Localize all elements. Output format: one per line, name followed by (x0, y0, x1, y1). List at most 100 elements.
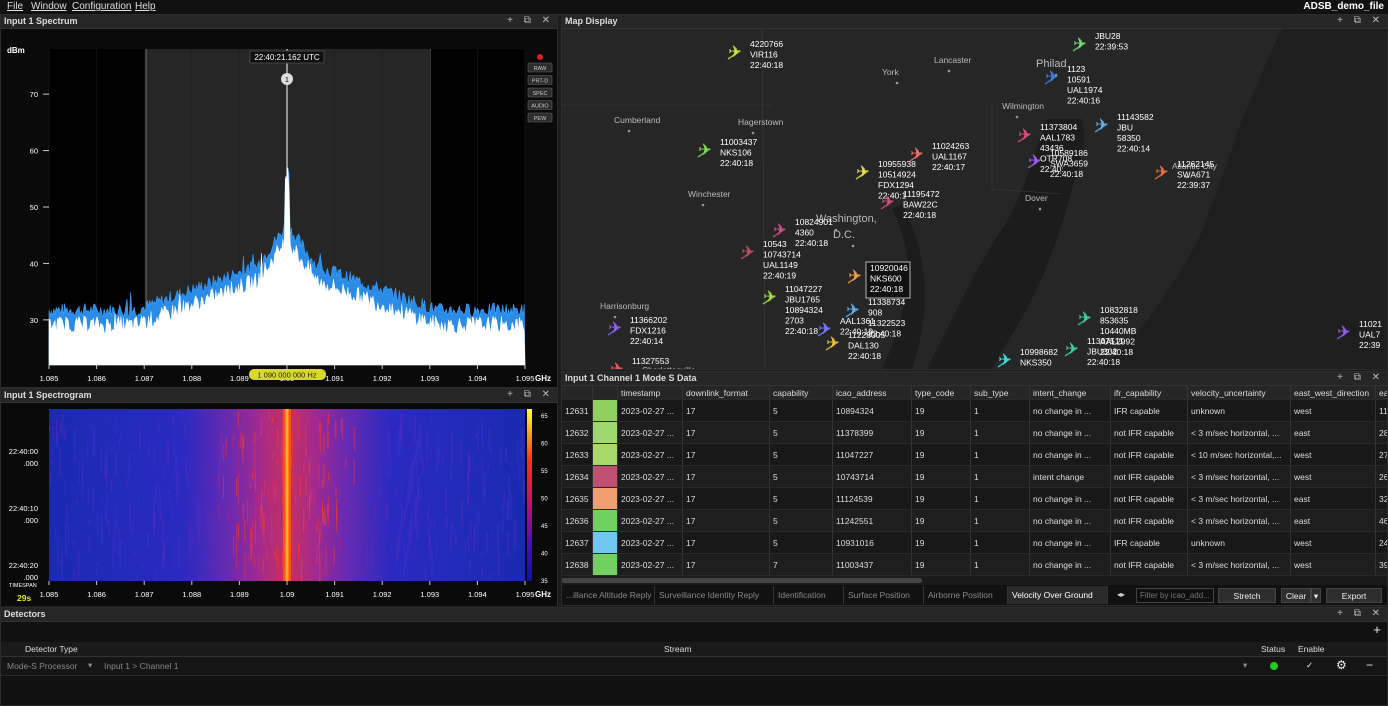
column-header[interactable]: timestamp (617, 386, 683, 400)
column-header[interactable] (592, 386, 618, 400)
panel-controls[interactable]: + ⧉ ✕ (507, 389, 554, 400)
map-canvas[interactable]: YorkLancaster PhiladCumberland HagerstownW… (562, 29, 1387, 369)
table-row[interactable]: 12634 2023-02-27 ... 17 5 10743714 19 1 intent … (562, 465, 1387, 488)
column-header[interactable]: ifr_capability (1110, 386, 1188, 400)
airplane-icon[interactable]: ✈ (610, 359, 623, 369)
aircraft-label: JBU302 (1087, 347, 1118, 357)
tab-identification[interactable]: Identification (774, 586, 844, 604)
remove-detector-icon[interactable]: − (1366, 658, 1373, 672)
column-header[interactable]: type_code (911, 386, 971, 400)
column-header[interactable] (562, 386, 593, 400)
tab-nav-arrows[interactable]: ◂▸ (1117, 588, 1133, 602)
table-cell: 17 (682, 531, 770, 554)
table-row[interactable]: 12636 2023-02-27 ... 17 5 11242551 19 1 no chan… (562, 509, 1387, 532)
aircraft-marker[interactable]: ✈ JBU2822:39:53 (1072, 31, 1128, 53)
airplane-icon[interactable]: ✈ (728, 42, 741, 61)
stream-dropdown-icon[interactable]: ▾ (1243, 660, 1247, 671)
column-header[interactable]: east_west_direction (1290, 386, 1376, 400)
aircraft-label: 11024263 (932, 141, 969, 151)
airplane-icon[interactable]: ✈ (998, 350, 1011, 369)
airplane-icon[interactable]: ✈ (608, 318, 621, 337)
detector-type-select[interactable]: Mode-S Processor (7, 661, 77, 671)
column-header[interactable]: velocity_uncertainty (1187, 386, 1291, 400)
airplane-icon[interactable]: ✈ (1018, 125, 1031, 144)
x-tick-label: 1.092 (373, 590, 392, 599)
gear-icon[interactable]: ⚙ (1336, 658, 1347, 672)
airplane-icon[interactable]: ✈ (741, 242, 754, 261)
timespan-label: TIMESPAN (9, 583, 37, 589)
airplane-icon[interactable]: ✈ (881, 192, 894, 211)
column-header[interactable]: downlink_format (682, 386, 770, 400)
airplane-icon[interactable]: ✈ (1155, 162, 1168, 181)
panel-controls[interactable]: + ⧉ ✕ (1337, 372, 1384, 383)
airplane-icon[interactable]: ✈ (1095, 115, 1108, 134)
aircraft-label: 11228005 (848, 330, 885, 340)
timespan-value[interactable]: 29s (17, 593, 31, 603)
menu-configuration[interactable]: Configuration (72, 1, 131, 12)
stream-select[interactable]: Input 1 > Channel 1 (104, 661, 178, 671)
column-header[interactable]: icao_address (832, 386, 912, 400)
export-button[interactable]: Export (1326, 588, 1382, 603)
tab-surveillance-identity-reply[interactable]: Surveillance Identity Reply (655, 586, 774, 604)
clear-dropdown-icon[interactable]: ▾ (1311, 588, 1321, 603)
tab-velocity-over-ground[interactable]: Velocity Over Ground (1008, 586, 1108, 604)
detector-type-dropdown-icon[interactable]: ▾ (88, 660, 92, 671)
table-cell: 2023-02-27 ... (617, 487, 683, 510)
add-detector-icon[interactable]: + (1370, 623, 1384, 637)
enable-checkbox[interactable]: ✓ (1306, 660, 1313, 671)
aircraft-label: 11021 (1359, 319, 1382, 329)
column-header[interactable]: capability (769, 386, 833, 400)
column-header[interactable]: east_w (1375, 386, 1387, 400)
airplane-icon[interactable]: ✈ (1065, 339, 1078, 358)
map-place-label: D.C. (833, 229, 855, 241)
column-header[interactable]: sub_type (970, 386, 1030, 400)
aircraft-label: SWA671 (1177, 170, 1211, 180)
table-row[interactable]: 12631 2023-02-27 ... 17 5 10894324 19 1 no chan… (562, 399, 1387, 422)
aircraft-label: 11307511 (1087, 336, 1124, 346)
airplane-icon[interactable]: ✈ (1337, 322, 1350, 341)
panel-title: Map Display (565, 16, 618, 26)
panel-controls[interactable]: + ⧉ ✕ (507, 15, 554, 26)
filter-input[interactable] (1136, 588, 1214, 603)
column-header[interactable]: intent_change (1029, 386, 1111, 400)
tab-airborne-position[interactable]: Airborne Position (924, 586, 1008, 604)
table-cell: 5 (769, 531, 833, 554)
stretch-button[interactable]: Stretch (1218, 588, 1276, 603)
table-row[interactable]: 12637 2023-02-27 ... 17 5 10931016 19 1 no chan… (562, 531, 1387, 554)
table-row[interactable]: 12638 2023-02-27 ... 17 7 11003437 19 1 no chan… (562, 553, 1387, 576)
menu-window[interactable]: Window (31, 1, 67, 12)
status-indicator-icon (1270, 662, 1278, 670)
airplane-icon[interactable]: ✈ (1078, 308, 1091, 327)
airplane-icon[interactable]: ✈ (763, 287, 776, 306)
tab-illance-altitude-reply[interactable]: ...illance Altitude Reply (562, 586, 655, 604)
airplane-icon[interactable]: ✈ (826, 333, 839, 352)
airplane-icon[interactable]: ✈ (856, 162, 869, 181)
table-cell: unknown (1187, 531, 1291, 554)
clear-button[interactable]: Clear (1281, 588, 1311, 603)
row-color-swatch (592, 465, 618, 488)
airplane-icon[interactable]: ✈ (1028, 151, 1041, 170)
spectrogram-plot[interactable]: 65 60 55 50 45 40 35 22:40:00 .000 22:40:10 .000 2… (1, 403, 557, 606)
airplane-icon[interactable]: ✈ (773, 220, 786, 239)
table-cell: 322 kt (1375, 487, 1387, 510)
airplane-icon[interactable]: ✈ (698, 140, 711, 159)
panel-controls[interactable]: + ⧉ ✕ (1337, 608, 1384, 619)
airplane-icon[interactable]: ✈ (1045, 67, 1058, 86)
aircraft-marker[interactable]: ✈ 10998682NKS35022:40:1 (997, 347, 1058, 369)
table-cell: 2023-02-27 ... (617, 443, 683, 466)
airplane-icon[interactable]: ✈ (1073, 34, 1086, 53)
tab-surface-position[interactable]: Surface Position (844, 586, 924, 604)
table-row[interactable]: 12632 2023-02-27 ... 17 5 11378399 19 1 no chan… (562, 421, 1387, 444)
airplane-icon[interactable]: ✈ (848, 266, 861, 285)
horizontal-scrollbar[interactable] (562, 576, 1387, 585)
table-row[interactable]: 12635 2023-02-27 ... 17 5 11124539 19 1 no chan… (562, 487, 1387, 510)
panel-controls[interactable]: + ⧉ ✕ (1337, 15, 1384, 26)
spectrum-plot[interactable]: 70 60 50 40 30 1.085 1.086 1.087 1.088 1.089 1.09… (1, 29, 557, 387)
aircraft-label: 11143582 (1117, 112, 1154, 122)
menu-help[interactable]: Help (135, 1, 156, 12)
mode-button-label: RAW (534, 66, 547, 72)
scrollbar-thumb[interactable] (562, 578, 922, 583)
menu-file[interactable]: File (7, 1, 23, 12)
table-row[interactable]: 12633 2023-02-27 ... 17 5 11047227 19 1 no chan… (562, 443, 1387, 466)
x-tick-label: 1.09 (280, 590, 295, 599)
